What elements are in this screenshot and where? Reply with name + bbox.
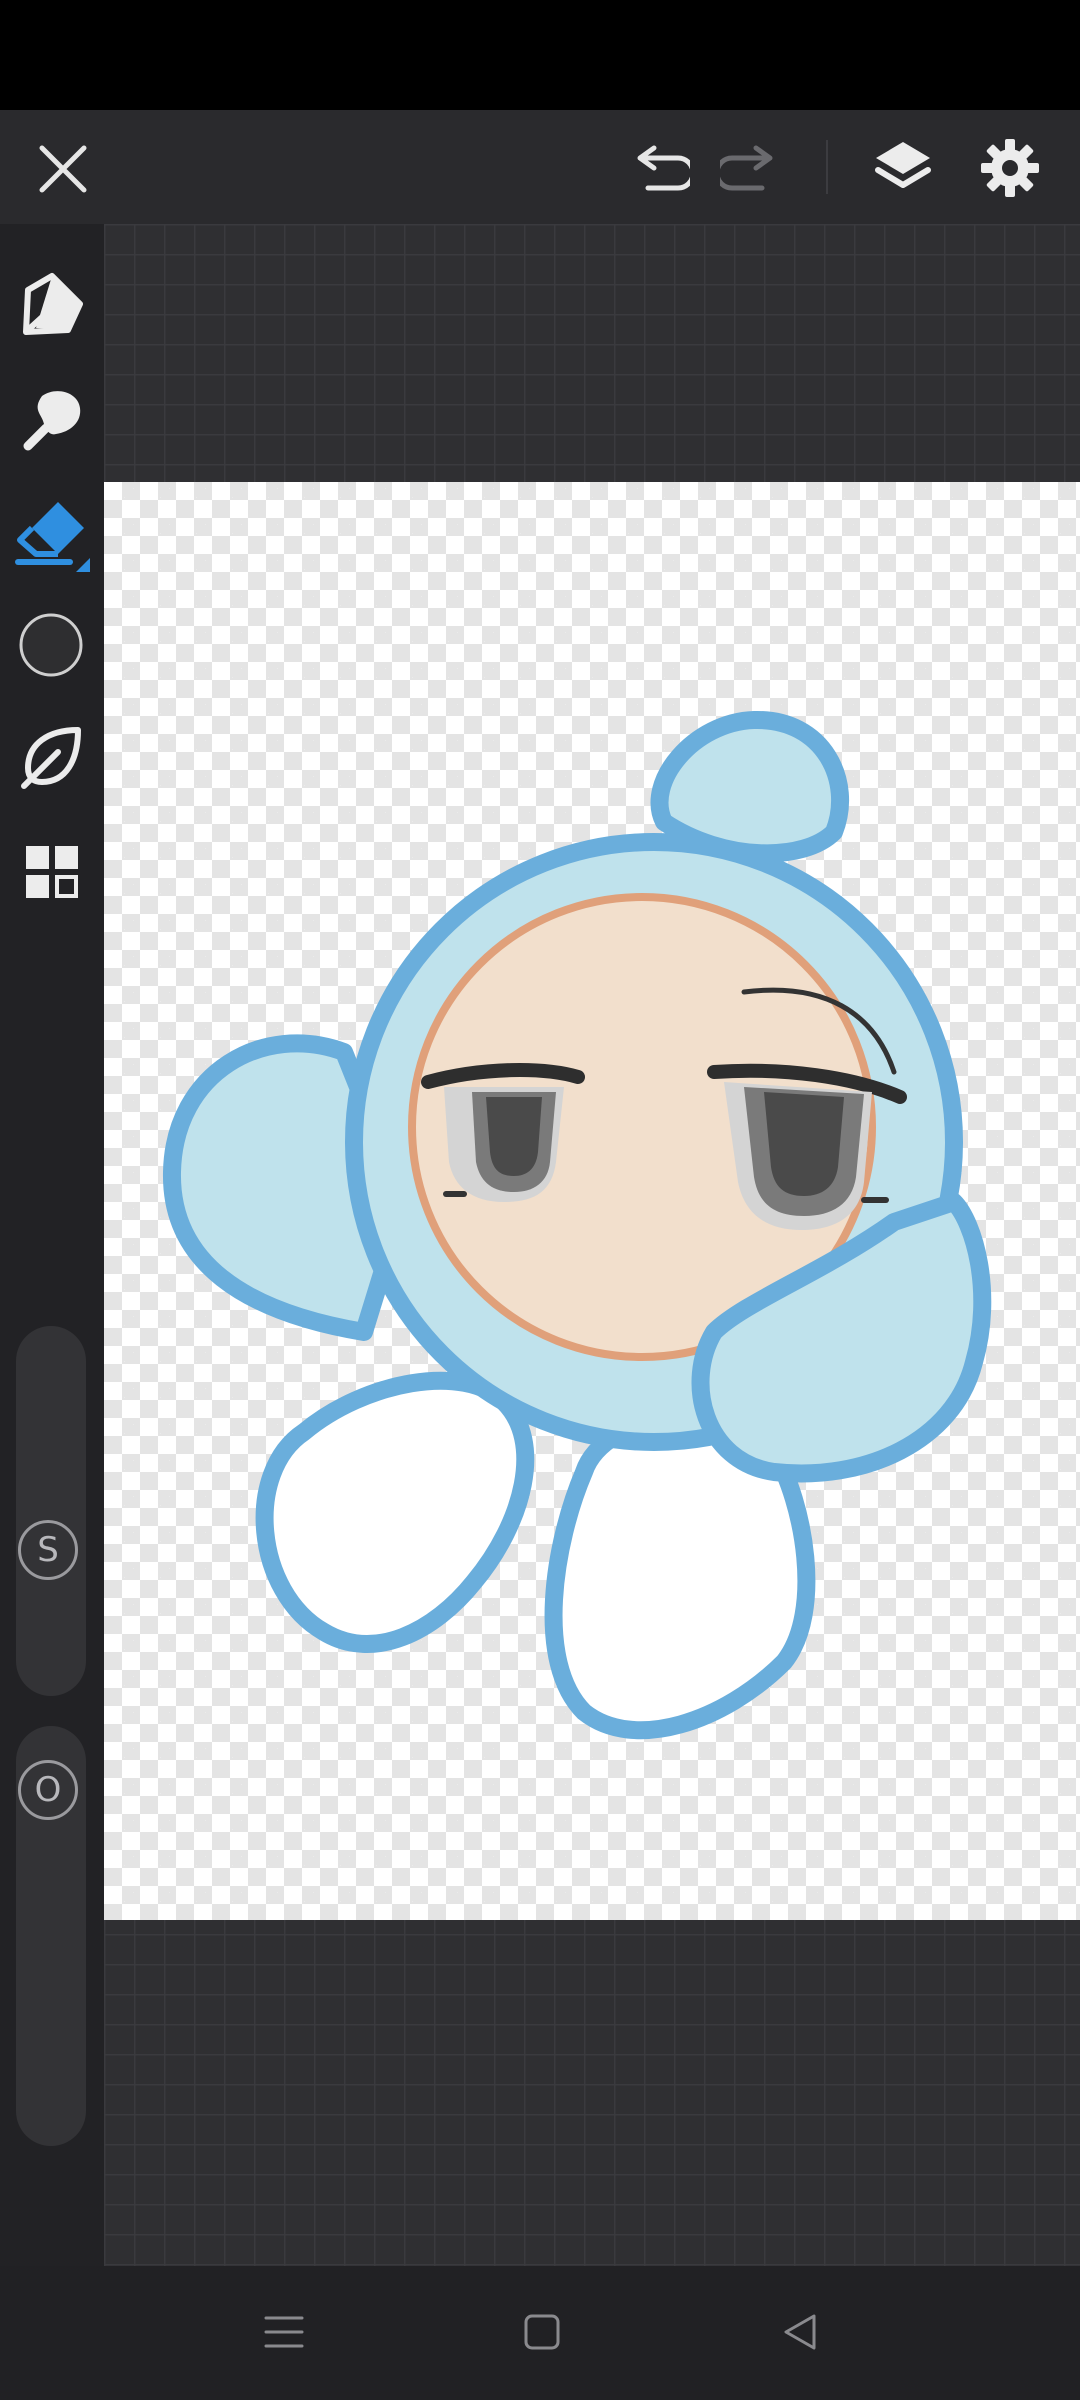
size-label: S [18,1520,78,1580]
eraser-icon [15,502,90,572]
gear-icon[interactable] [978,136,1042,200]
character-drawing [162,710,992,1740]
close-icon[interactable] [34,140,92,198]
back-icon[interactable] [778,2310,822,2354]
system-nav-bar [0,2266,1080,2400]
home-icon[interactable] [520,2310,564,2354]
undo-icon[interactable] [626,144,690,198]
pen-nib-icon [23,273,83,335]
more-tools[interactable] [24,844,80,900]
brush-tool[interactable] [16,384,88,456]
color-circle-icon [19,613,83,677]
layers-icon[interactable] [872,136,934,198]
drawing-canvas[interactable] [104,482,1080,1920]
leaf-lasso-icon [21,727,81,789]
lasso-tool[interactable] [18,724,84,790]
tool-sidebar: S O [0,224,104,2266]
redo-icon[interactable] [720,144,784,198]
brush-size-slider[interactable] [16,1326,86,1696]
opacity-label: O [18,1760,78,1820]
menu-icon[interactable] [262,2310,306,2354]
pen-tool[interactable] [16,270,88,342]
eraser-tool[interactable] [14,496,90,572]
top-toolbar [0,110,1080,224]
grid-icon [26,846,78,898]
toolbar-divider [826,140,828,194]
smudge-brush-icon [23,391,81,451]
color-picker[interactable] [18,612,84,678]
status-bar [0,0,1080,110]
